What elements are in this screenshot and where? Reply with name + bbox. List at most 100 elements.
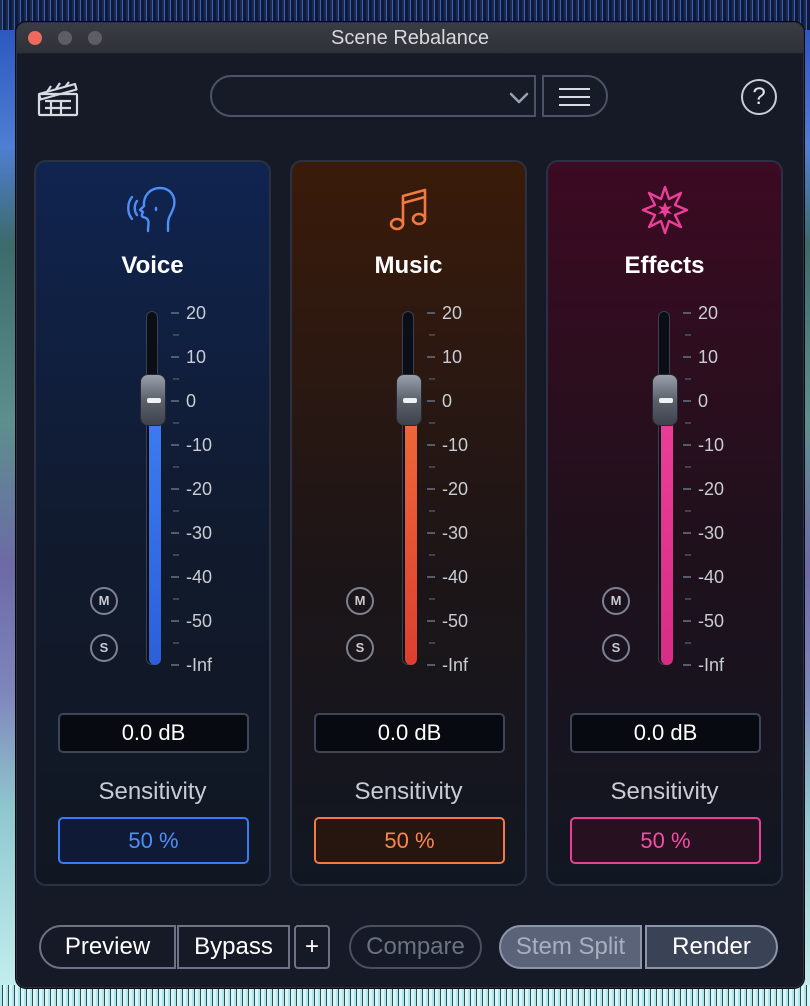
chevron-down-icon[interactable] bbox=[509, 91, 529, 109]
gain-readout[interactable]: 0.0 dB bbox=[570, 713, 761, 753]
scale-tick-minor bbox=[685, 334, 691, 336]
scale-tick bbox=[683, 576, 691, 578]
scale-tick-minor bbox=[429, 334, 435, 336]
sensitivity-input[interactable]: 50 % bbox=[58, 817, 249, 864]
scale-tick-minor bbox=[429, 466, 435, 468]
scale-label: 20 bbox=[186, 303, 207, 323]
scale-tick bbox=[427, 400, 435, 402]
sensitivity-label: Sensitivity bbox=[98, 778, 207, 805]
help-button[interactable]: ? bbox=[741, 79, 777, 115]
scale-tick bbox=[427, 620, 435, 622]
fader-level-fill bbox=[149, 400, 161, 665]
scale-tick-minor bbox=[429, 378, 435, 380]
scale-tick bbox=[683, 488, 691, 490]
burst-star-icon bbox=[638, 184, 692, 241]
scale-label: 0 bbox=[442, 391, 453, 411]
scale-tick-minor bbox=[685, 466, 691, 468]
scale-label: -30 bbox=[186, 523, 213, 543]
scale-tick-minor bbox=[685, 554, 691, 556]
effects-panel: Effects 20 10 0 -10 -20 -30 -40 -50 -Inf M S 0.0… bbox=[546, 160, 783, 886]
gain-readout[interactable]: 0.0 dB bbox=[314, 713, 505, 753]
scale-tick bbox=[427, 312, 435, 314]
solo-button[interactable]: S bbox=[602, 634, 630, 662]
mute-button[interactable]: M bbox=[90, 587, 118, 615]
stem-split-button[interactable]: Stem Split bbox=[499, 925, 642, 969]
scale-label: -40 bbox=[186, 567, 213, 587]
scale-tick-minor bbox=[429, 422, 435, 424]
scale-label: 0 bbox=[186, 391, 197, 411]
scale-tick bbox=[427, 444, 435, 446]
scale-tick bbox=[171, 488, 179, 490]
scale-tick-minor bbox=[685, 510, 691, 512]
mute-button[interactable]: M bbox=[346, 587, 374, 615]
scale-label: -30 bbox=[698, 523, 725, 543]
scale-tick bbox=[171, 664, 179, 666]
scale-tick-minor bbox=[429, 598, 435, 600]
scale-tick-minor bbox=[429, 554, 435, 556]
scale-label: -30 bbox=[442, 523, 469, 543]
scale-tick bbox=[171, 444, 179, 446]
scale-tick-minor bbox=[685, 598, 691, 600]
gain-readout[interactable]: 0.0 dB bbox=[58, 713, 249, 753]
mute-button[interactable]: M bbox=[602, 587, 630, 615]
fader-handle[interactable] bbox=[396, 374, 422, 426]
scale-label: -Inf bbox=[186, 655, 213, 675]
sensitivity-input[interactable]: 50 % bbox=[570, 817, 761, 864]
scale-tick bbox=[683, 444, 691, 446]
music-note-icon bbox=[382, 184, 436, 241]
bypass-button[interactable]: Bypass bbox=[177, 925, 290, 969]
preview-button[interactable]: Preview bbox=[39, 925, 176, 969]
compare-button[interactable]: Compare bbox=[349, 925, 482, 969]
scale-tick-minor bbox=[173, 466, 179, 468]
scale-label: 20 bbox=[698, 303, 719, 323]
scale-tick bbox=[683, 620, 691, 622]
scale-tick bbox=[171, 312, 179, 314]
scale-label: -50 bbox=[186, 611, 213, 631]
scale-tick-minor bbox=[429, 642, 435, 644]
scale-tick-minor bbox=[685, 642, 691, 644]
sensitivity-label: Sensitivity bbox=[610, 778, 719, 805]
add-button[interactable]: + bbox=[294, 925, 330, 969]
scale-label: -Inf bbox=[442, 655, 469, 675]
title-bar[interactable]: Scene Rebalance bbox=[17, 23, 803, 54]
scale-label: 10 bbox=[442, 347, 463, 367]
solo-button[interactable]: S bbox=[346, 634, 374, 662]
clapperboard-icon[interactable] bbox=[37, 81, 79, 122]
panel-title: Music bbox=[374, 252, 443, 279]
scale-tick bbox=[427, 664, 435, 666]
fader-handle[interactable] bbox=[140, 374, 166, 426]
preset-dropdown[interactable] bbox=[210, 75, 536, 117]
voice-panel: Voice 20 10 0 -10 -20 -30 -40 -50 -Inf M S 0.0 d… bbox=[34, 160, 271, 886]
window-title: Scene Rebalance bbox=[331, 27, 489, 49]
fader-level-fill bbox=[661, 400, 673, 665]
scale-label: -10 bbox=[698, 435, 725, 455]
solo-button[interactable]: S bbox=[90, 634, 118, 662]
scale-label: -50 bbox=[442, 611, 469, 631]
scale-label: -40 bbox=[442, 567, 469, 587]
scale-label: -10 bbox=[186, 435, 213, 455]
sensitivity-label: Sensitivity bbox=[354, 778, 463, 805]
speaking-head-icon bbox=[126, 184, 180, 241]
sensitivity-input[interactable]: 50 % bbox=[314, 817, 505, 864]
scene-rebalance-window: Scene Rebalance ? Voice 20 10 0 -10 -20 … bbox=[16, 22, 804, 988]
scale-tick-minor bbox=[173, 554, 179, 556]
panel-title: Voice bbox=[121, 252, 184, 279]
scale-tick bbox=[427, 488, 435, 490]
scale-label: 0 bbox=[698, 391, 709, 411]
fader-handle[interactable] bbox=[652, 374, 678, 426]
scale-tick bbox=[171, 356, 179, 358]
scale-tick bbox=[427, 356, 435, 358]
scale-tick-minor bbox=[173, 510, 179, 512]
scale-tick bbox=[171, 576, 179, 578]
scale-tick bbox=[427, 576, 435, 578]
scale-label: -Inf bbox=[698, 655, 725, 675]
scale-label: -20 bbox=[442, 479, 469, 499]
scale-tick bbox=[683, 664, 691, 666]
scale-label: -40 bbox=[698, 567, 725, 587]
scale-tick bbox=[683, 356, 691, 358]
hamburger-icon[interactable] bbox=[542, 75, 608, 117]
scale-tick bbox=[683, 312, 691, 314]
scale-label: 10 bbox=[698, 347, 719, 367]
scale-label: 20 bbox=[442, 303, 463, 323]
render-button[interactable]: Render bbox=[645, 925, 778, 969]
